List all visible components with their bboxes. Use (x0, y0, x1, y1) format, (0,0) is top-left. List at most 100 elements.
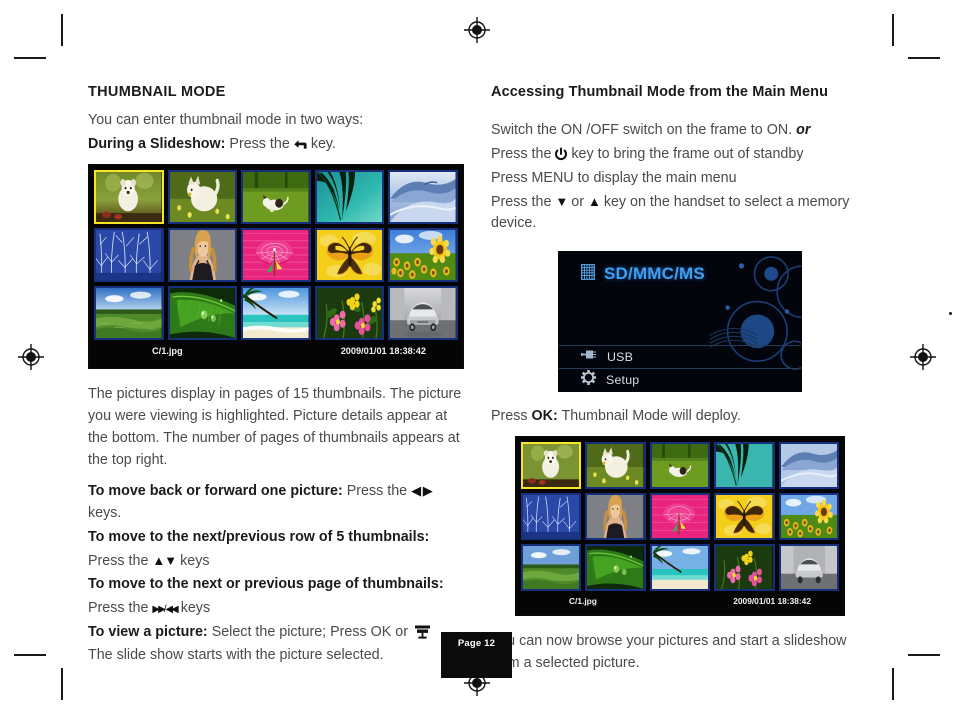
memory-card-icon (581, 264, 595, 285)
thumbnail-grid (521, 441, 839, 591)
page-number-label: Page 12 (457, 638, 496, 649)
thumbnail-cell-portrait-woman[interactable] (585, 492, 646, 540)
instruction-pre: Press the (88, 552, 149, 569)
thumbnail-cell-white-dog-running[interactable] (585, 441, 646, 489)
slideshow-monitor-icon (414, 624, 431, 640)
thumbnail-cell-palm-frond-teal[interactable] (714, 441, 775, 489)
thumbnail-cell-pink-flowers[interactable] (714, 543, 775, 591)
press-ok-pre: Press (491, 407, 528, 424)
slideshow-closing-text: The slide show starts with the picture s… (88, 647, 384, 664)
step-pre: Press the (491, 146, 552, 163)
instruction-label: To move to the next or previous page of … (88, 576, 444, 593)
instruction-pre: Press the (88, 600, 149, 617)
thumbnail-cell-blue-mountain-ridge[interactable] (778, 441, 839, 489)
thumbnail-cell-frosted-trees[interactable] (521, 492, 582, 540)
thumbnail-cell-silver-sports-car[interactable] (388, 285, 458, 340)
thumbnail-cell-lake-landscape[interactable] (521, 543, 582, 591)
crop-mark-bl-h (14, 654, 46, 656)
thumbnail-cell-sunflower-field[interactable] (778, 492, 839, 540)
status-datetime: 2009/01/01 18:38:42 (340, 346, 426, 357)
thumbnail-cell-pink-flowers[interactable] (314, 285, 385, 340)
instruction-label: To move back or forward one picture: (88, 483, 343, 500)
menu-option-list: USB Setup (559, 344, 801, 391)
fast-forward-rewind-keys-icon: ▶▶/ ◀◀ (152, 604, 178, 616)
menu-item-setup[interactable]: Setup (559, 367, 801, 391)
thumbnail-cell-tropical-beach-palm[interactable] (241, 285, 311, 340)
instruction-label: To view a picture: (88, 623, 208, 640)
up-down-arrow-keys-icon: ▲▼ (152, 552, 177, 568)
thumbnail-cell-jack-russell-on-grass[interactable] (649, 441, 711, 489)
thumbnail-status-bar: C/1.jpg 2009/01/01 18:38:42 (94, 340, 458, 363)
instruction-move-row-keys: Press the ▲▼ keys (88, 551, 466, 573)
slideshow-instruction-lead: During a Slideshow: (88, 136, 226, 153)
slideshow-instruction-pre: Press the (229, 136, 290, 153)
slideshow-instruction-post: key. (310, 136, 336, 153)
press-ok-label: OK: (531, 407, 558, 424)
manual-page: THUMBNAIL MODE You can enter thumbnail m… (0, 0, 954, 716)
thumbnail-cell-portrait-woman[interactable] (167, 227, 238, 282)
thumbnail-cell-frosted-trees[interactable] (94, 227, 164, 282)
thumbnail-cell-sunflower-field[interactable] (388, 227, 458, 282)
thumbnail-cell-yellow-butterfly[interactable] (714, 492, 775, 540)
instruction-pre: Press the (346, 483, 408, 500)
step-post: key to bring the frame out of standby (571, 146, 804, 163)
down-arrow-key-icon: ▼ (555, 193, 568, 209)
crop-mark-tl-v (61, 14, 63, 46)
step-pre: Press the (491, 193, 552, 210)
right-column: Accessing Thumbnail Mode from the Main M… (491, 84, 871, 674)
return-arrow-icon (293, 138, 308, 151)
thumbnail-cell-pink-parasol[interactable] (649, 492, 711, 540)
thumbnail-cell-pink-parasol[interactable] (241, 227, 311, 282)
thumbnail-cell-polar-bear-cub[interactable] (521, 441, 582, 489)
crop-mark-tr-h (908, 57, 940, 59)
instruction-move-page-keys: Press the ▶▶/ ◀◀ keys (88, 598, 466, 620)
crop-mark-br-h (908, 654, 940, 656)
thumbnail-cell-palm-frond-teal[interactable] (314, 169, 385, 224)
registration-mark-top (464, 17, 490, 43)
instruction-move-one-picture: To move back or forward one picture: Pre… (88, 481, 466, 524)
thumbnail-cell-lake-landscape[interactable] (94, 285, 164, 340)
step-select-memory-device: Press the ▼ or ▲ key on the handset to s… (491, 192, 871, 235)
thumbnail-cell-polar-bear-cub[interactable] (94, 169, 164, 224)
menu-item-usb[interactable]: USB (559, 344, 801, 368)
thumbnail-cell-green-leaf-dew[interactable] (167, 285, 238, 340)
browse-closing-paragraph: You can now browse your pictures and sta… (491, 632, 847, 671)
intro-text: You can enter thumbnail mode in two ways… (88, 112, 364, 129)
thumbnail-cell-yellow-butterfly[interactable] (314, 227, 385, 282)
thumbnail-description-paragraph: The pictures display in pages of 15 thum… (88, 385, 462, 469)
usb-icon (581, 348, 597, 366)
menu-item-usb-label: USB (607, 349, 634, 364)
thumbnail-cell-blue-mountain-ridge[interactable] (388, 169, 458, 224)
instruction-move-row: To move to the next/previous row of 5 th… (88, 527, 466, 549)
menu-selected-label: SD/MMC/MS (604, 264, 705, 284)
press-ok-post: Thumbnail Mode will deploy. (561, 407, 741, 424)
press-ok-instruction: Press OK: Thumbnail Mode will deploy. (491, 406, 871, 428)
gear-icon (581, 369, 596, 390)
left-column: THUMBNAIL MODE You can enter thumbnail m… (88, 84, 466, 669)
step-emphasis: or (796, 122, 811, 139)
print-dot-marker (949, 312, 952, 315)
crop-mark-bl-v (61, 668, 63, 700)
thumbnail-screen-slideshow: C/1.jpg 2009/01/01 18:38:42 (88, 163, 464, 369)
step-text: Switch the ON /OFF switch on the frame t… (491, 122, 793, 139)
main-menu-screen: SD/MMC/MS USB Setup (558, 250, 802, 392)
status-filename: C/1.jpg (152, 346, 183, 357)
left-right-arrow-keys-icon: ◀ ▶ (411, 483, 433, 499)
thumbnail-status-bar: C/1.jpg 2009/01/01 18:38:42 (521, 591, 839, 612)
crop-mark-tr-v (892, 14, 894, 46)
instruction-post: keys (180, 552, 210, 569)
page-title: THUMBNAIL MODE (88, 84, 226, 100)
crop-mark-tl-h (14, 57, 46, 59)
registration-mark-left (18, 344, 44, 370)
menu-selected-item[interactable]: SD/MMC/MS (581, 264, 705, 285)
status-datetime: 2009/01/01 18:38:42 (733, 596, 811, 607)
crop-mark-br-v (892, 668, 894, 700)
instruction-label: To move to the next/previous row of 5 th… (88, 528, 430, 545)
thumbnail-cell-tropical-beach-palm[interactable] (649, 543, 711, 591)
thumbnail-cell-silver-sports-car[interactable] (778, 543, 839, 591)
thumbnail-cell-white-dog-running[interactable] (167, 169, 238, 224)
status-filename: C/1.jpg (569, 596, 597, 607)
thumbnail-cell-green-leaf-dew[interactable] (585, 543, 646, 591)
thumbnail-cell-jack-russell-on-grass[interactable] (241, 169, 311, 224)
step-switch-on: Switch the ON /OFF switch on the frame t… (491, 120, 871, 142)
